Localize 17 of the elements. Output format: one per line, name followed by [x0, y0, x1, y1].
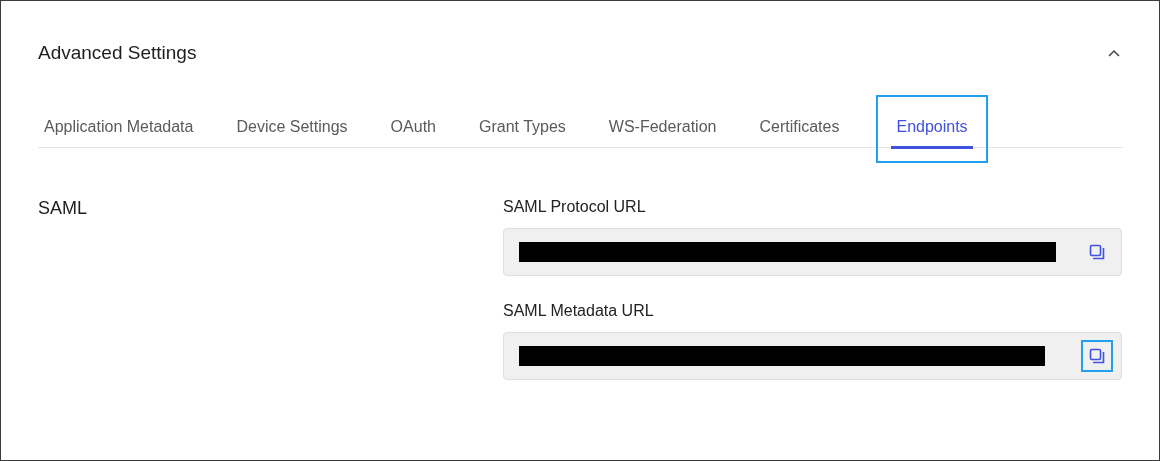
field-label: SAML Metadata URL [503, 302, 655, 320]
tab[interactable]: OAuth [384, 103, 457, 147]
chevron-icon[interactable] [1108, 49, 1120, 57]
tab[interactable]: WS-Federation [602, 103, 738, 147]
copy-icon [1089, 348, 1105, 364]
url-field[interactable] [503, 228, 1122, 276]
copy-icon [1089, 244, 1105, 260]
tab[interactable]: Certificates [753, 103, 861, 147]
tab[interactable]: Endpoints [876, 95, 988, 163]
tab[interactable]: Grant Types [472, 103, 587, 147]
tab[interactable]: Device Settings [230, 103, 369, 147]
url-field[interactable] [503, 332, 1122, 380]
group-title: SAML [38, 198, 88, 218]
field-label: SAML Protocol URL [503, 198, 647, 216]
section-title: Advanced Settings [38, 42, 197, 64]
tab[interactable]: Application Metadata [38, 103, 215, 147]
copy-button[interactable] [1081, 340, 1113, 372]
